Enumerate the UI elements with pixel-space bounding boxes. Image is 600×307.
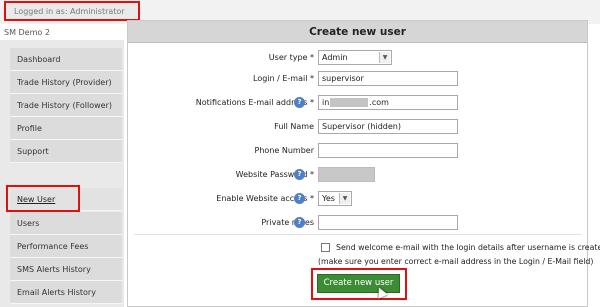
sidebar-item-trade-history-follower[interactable]: Trade History (Follower) bbox=[10, 94, 122, 117]
sidebar-item-users[interactable]: Users bbox=[10, 212, 122, 235]
new-user-highlight-box bbox=[6, 185, 80, 212]
private-notes-label: Private notes bbox=[261, 218, 314, 227]
user-type-row: User type * Admin ▼ bbox=[128, 50, 587, 68]
phone-label: Phone Number bbox=[254, 146, 314, 155]
email-prefix: in bbox=[322, 98, 330, 107]
sidebar-item-performance-fees[interactable]: Performance Fees bbox=[10, 235, 122, 258]
sidebar-item-label: Trade History (Follower) bbox=[17, 101, 112, 110]
send-welcome-checkbox[interactable] bbox=[321, 243, 330, 252]
chevron-down-icon: ▼ bbox=[339, 193, 350, 204]
help-circle-icon[interactable]: ? bbox=[294, 217, 305, 228]
send-welcome-label: Send welcome e-mail with the login detai… bbox=[336, 243, 600, 252]
website-password-row: Website Password * ? bbox=[128, 167, 587, 185]
sidebar-item-email-alerts-history[interactable]: Email Alerts History bbox=[10, 281, 122, 304]
sidebar-item-label: Profile bbox=[17, 124, 42, 133]
sidebar: Dashboard Trade History (Provider) Trade… bbox=[0, 40, 124, 307]
full-name-field[interactable]: Supervisor (hidden) bbox=[318, 119, 458, 134]
user-type-label: User type * bbox=[268, 53, 314, 62]
phone-row: Phone Number bbox=[128, 143, 587, 161]
website-access-row: Enable Website access * ? Yes ▼ bbox=[128, 191, 587, 209]
chevron-down-icon: ▼ bbox=[379, 52, 390, 63]
login-value: supervisor bbox=[322, 74, 364, 83]
sidebar-item-label: Dashboard bbox=[17, 55, 61, 64]
full-name-value: Supervisor (hidden) bbox=[322, 122, 401, 131]
form-title: Create new user bbox=[128, 21, 587, 43]
login-row: Login / E-mail * supervisor bbox=[128, 71, 587, 89]
notifications-email-field[interactable]: in .com bbox=[318, 95, 458, 110]
login-email-field[interactable]: supervisor bbox=[318, 71, 458, 86]
form-divider bbox=[134, 234, 581, 235]
private-notes-field[interactable] bbox=[318, 215, 458, 230]
phone-number-field[interactable] bbox=[318, 143, 458, 158]
create-user-page: Logged in as: Administrator SM Demo 2 Da… bbox=[0, 0, 600, 307]
logged-in-status: Logged in as: Administrator bbox=[4, 1, 140, 21]
sidebar-item-trade-history-provider[interactable]: Trade History (Provider) bbox=[10, 71, 122, 94]
website-access-select[interactable]: Yes ▼ bbox=[318, 191, 352, 206]
sidebar-item-label: Performance Fees bbox=[17, 242, 89, 251]
sidebar-item-support[interactable]: Support bbox=[10, 140, 122, 163]
website-password-field[interactable] bbox=[318, 167, 375, 182]
full-name-label: Full Name bbox=[274, 122, 314, 131]
sidebar-item-label: Users bbox=[17, 219, 40, 228]
help-circle-icon[interactable]: ? bbox=[294, 193, 305, 204]
email-suffix: .com bbox=[369, 98, 389, 107]
create-user-form: Create new user User type * Admin ▼ Logi… bbox=[127, 20, 600, 307]
user-type-select[interactable]: Admin ▼ bbox=[318, 50, 392, 65]
sidebar-item-sms-alerts-history[interactable]: SMS Alerts History bbox=[10, 258, 122, 281]
sidebar-item-label: SMS Alerts History bbox=[17, 265, 91, 274]
sidebar-item-label: Trade History (Provider) bbox=[17, 78, 112, 87]
help-circle-icon[interactable]: ? bbox=[294, 169, 305, 180]
redacted-email-blur bbox=[330, 98, 369, 107]
sidebar-item-profile[interactable]: Profile bbox=[10, 117, 122, 140]
send-welcome-note: (make sure you enter correct e-mail addr… bbox=[318, 257, 594, 266]
brand-name: SM Demo 2 bbox=[4, 28, 50, 37]
sidebar-item-label: Support bbox=[17, 147, 49, 156]
help-circle-icon[interactable]: ? bbox=[294, 97, 305, 108]
notifications-email-row: Notifications E-mail address * ? in .com bbox=[128, 95, 587, 113]
login-label: Login / E-mail * bbox=[253, 74, 314, 83]
user-type-value: Admin bbox=[322, 53, 348, 62]
private-notes-row: Private notes ? bbox=[128, 215, 587, 233]
sidebar-item-dashboard[interactable]: Dashboard bbox=[10, 48, 122, 71]
submit-highlight-box bbox=[311, 268, 407, 300]
full-name-row: Full Name Supervisor (hidden) bbox=[128, 119, 587, 137]
website-access-value: Yes bbox=[322, 194, 335, 203]
sidebar-item-label: Email Alerts History bbox=[17, 288, 96, 297]
